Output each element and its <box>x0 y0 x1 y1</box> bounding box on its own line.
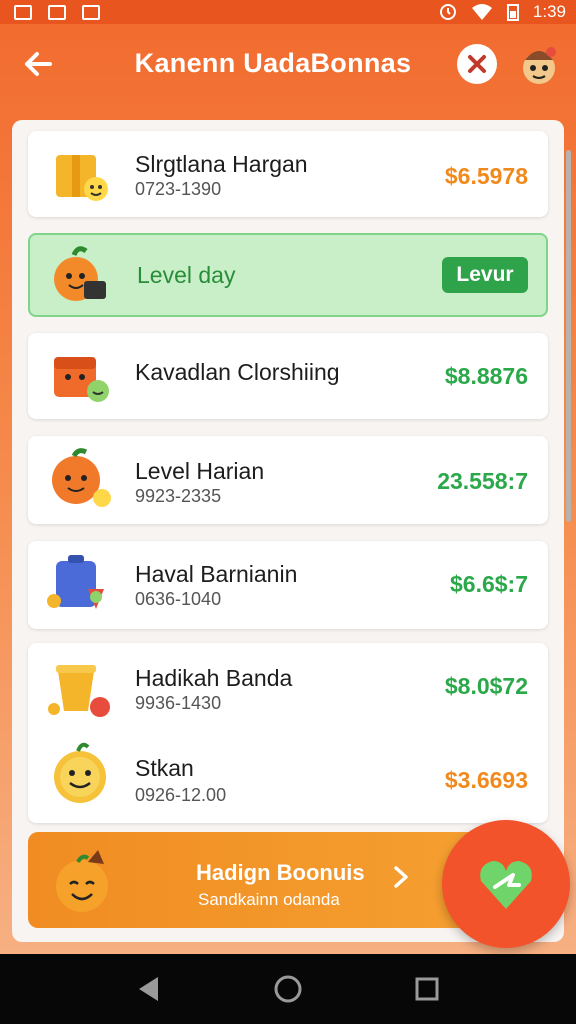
list-item[interactable]: Stkan 0926-12.00 $3.6693 <box>28 735 548 823</box>
treasure-box-icon <box>54 357 109 402</box>
item-title: Stkan <box>135 755 194 781</box>
orange-mascot-icon <box>54 246 106 301</box>
mascot-avatar[interactable] <box>517 42 561 88</box>
nav-back-button[interactable] <box>129 969 169 1009</box>
item-title: Kavadlan Clorshiing <box>135 359 340 385</box>
item-amount: $6.5978 <box>444 163 528 189</box>
item-amount: $8.8876 <box>444 363 528 389</box>
app-header: Kanenn UadaBonnas <box>0 24 576 110</box>
heart-shield-icon <box>480 861 532 909</box>
level-button[interactable]: Levur <box>442 257 528 293</box>
bonus-subtitle: Sandkainn odanda <box>198 890 340 909</box>
list-item[interactable]: Kavadlan Clorshiing $8.8876 <box>28 333 548 419</box>
status-time: 1:39 <box>532 2 566 21</box>
item-subtitle: 0636-1040 <box>135 589 222 609</box>
close-icon <box>468 55 486 73</box>
item-amount: 23.558:7 <box>437 468 528 494</box>
list-item-highlighted[interactable]: Level day Levur <box>28 233 548 317</box>
backpack-icon <box>47 555 104 609</box>
triangle-back-icon <box>139 977 159 1001</box>
item-subtitle: 0926-12.00 <box>135 785 227 805</box>
item-amount: $3.6693 <box>444 767 528 793</box>
list-group: Hadikah Banda 9936-1430 $8.0$72 Stkan 09… <box>28 643 548 823</box>
message-icon <box>82 4 100 20</box>
list-item[interactable]: Slrgtlana Hargan 0723-1390 $6.5978 <box>28 131 548 217</box>
item-subtitle: 9936-1430 <box>135 693 222 713</box>
item-amount: $6.6$:7 <box>449 571 528 597</box>
item-title: Level day <box>137 262 236 288</box>
arrow-left-icon <box>25 52 52 76</box>
item-title: Slrgtlana Hargan <box>135 151 308 177</box>
page-title: Kanenn UadaBonnas <box>134 48 412 78</box>
scrollbar[interactable] <box>566 150 571 522</box>
circle-home-icon <box>274 975 302 1003</box>
smiley-coin-icon <box>54 742 106 803</box>
alarm-icon <box>439 4 456 20</box>
photo-icon <box>48 4 66 20</box>
status-bar: 1:39 <box>0 0 576 24</box>
item-title: Haval Barnianin <box>135 561 298 587</box>
bonus-title: Hadign Boonuis <box>196 860 365 885</box>
gift-box-icon <box>56 155 108 201</box>
item-title: Hadikah Banda <box>135 665 293 691</box>
system-nav-bar <box>0 954 576 1024</box>
back-button[interactable] <box>18 44 58 84</box>
battery-icon <box>506 4 519 21</box>
square-recents-icon <box>415 977 439 1001</box>
list-item[interactable]: Hadikah Banda 9936-1430 $8.0$72 <box>28 643 548 733</box>
cup-icon <box>48 665 110 717</box>
item-subtitle: 9923-2335 <box>135 486 222 506</box>
item-subtitle: 0723-1390 <box>135 179 222 199</box>
orange-face-icon <box>52 448 111 507</box>
nav-home-button[interactable] <box>268 969 308 1009</box>
list-item[interactable]: Haval Barnianin 0636-1040 $6.6$:7 <box>28 541 548 629</box>
gallery-icon <box>14 4 32 20</box>
floating-action-button[interactable] <box>442 820 570 948</box>
item-title: Level Harian <box>135 458 265 484</box>
close-button[interactable] <box>457 44 497 84</box>
wifi-icon <box>471 4 492 20</box>
item-amount: $8.0$72 <box>444 673 528 699</box>
nav-recents-button[interactable] <box>407 969 447 1009</box>
pumpkin-mascot-icon <box>56 850 108 912</box>
arrow-right-icon <box>394 866 408 888</box>
list-item[interactable]: Level Harian 9923-2335 23.558:7 <box>28 436 548 524</box>
